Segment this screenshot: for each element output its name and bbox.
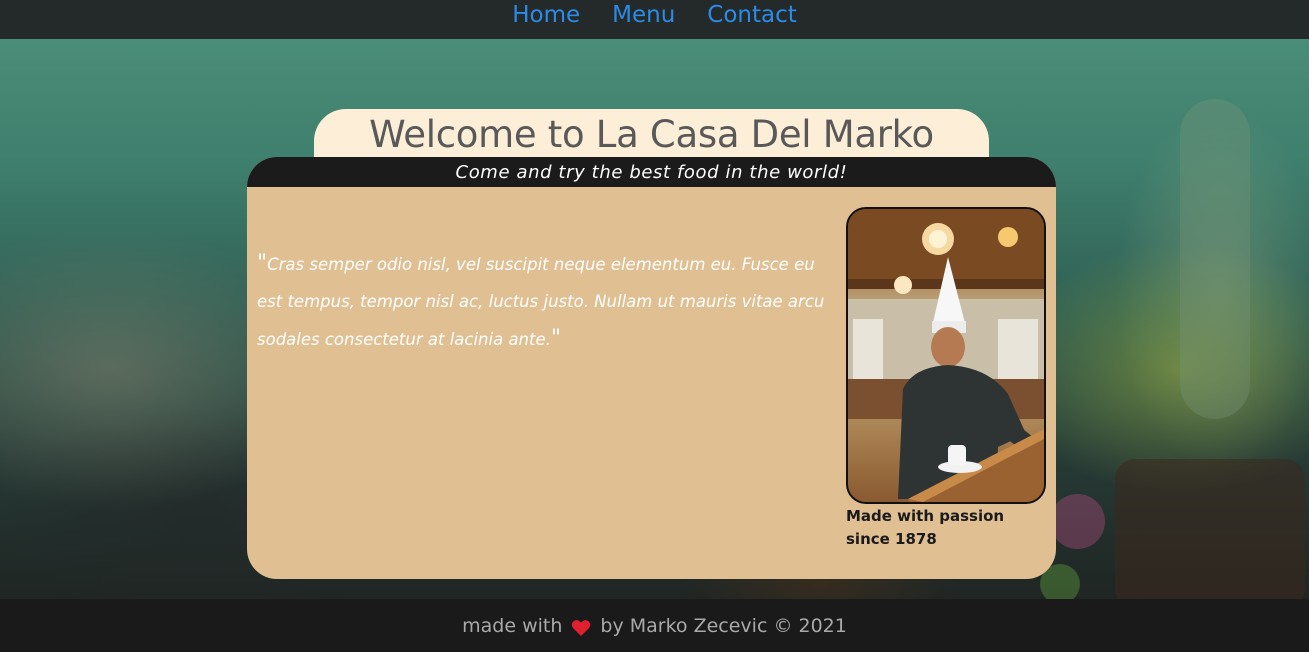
background-glass <box>1115 459 1305 599</box>
background-onion <box>1050 494 1105 549</box>
page-title: Welcome to La Casa Del Marko <box>369 113 934 156</box>
photo-caption: Made with passion since 1878 <box>846 507 1005 548</box>
chef-photo <box>846 207 1046 504</box>
nav-link-contact[interactable]: Contact <box>707 0 796 30</box>
quote-close-mark: " <box>550 326 562 351</box>
footer: made with by Marko Zecevic © 2021 <box>0 599 1309 652</box>
footer-text-after: by Marko Zecevic © 2021 <box>600 614 847 637</box>
chef-image <box>848 209 1044 502</box>
quote-open-mark: " <box>257 251 268 276</box>
tagline: Come and try the best food in the world! <box>455 162 848 183</box>
intro-quote: "Cras semper odio nisl, vel suscipit neq… <box>257 245 832 358</box>
nav-link-home[interactable]: Home <box>512 0 580 30</box>
quote-text: Cras semper odio nisl, vel suscipit nequ… <box>257 255 825 349</box>
tagline-bar: Come and try the best food in the world! <box>247 157 1056 187</box>
top-navbar: Home Menu Contact <box>0 0 1309 39</box>
nav-link-menu[interactable]: Menu <box>612 0 675 30</box>
background-bottle <box>1180 99 1250 419</box>
welcome-card: Come and try the best food in the world!… <box>247 157 1056 579</box>
heart-icon <box>571 619 591 637</box>
footer-text-before: made with <box>462 614 563 637</box>
